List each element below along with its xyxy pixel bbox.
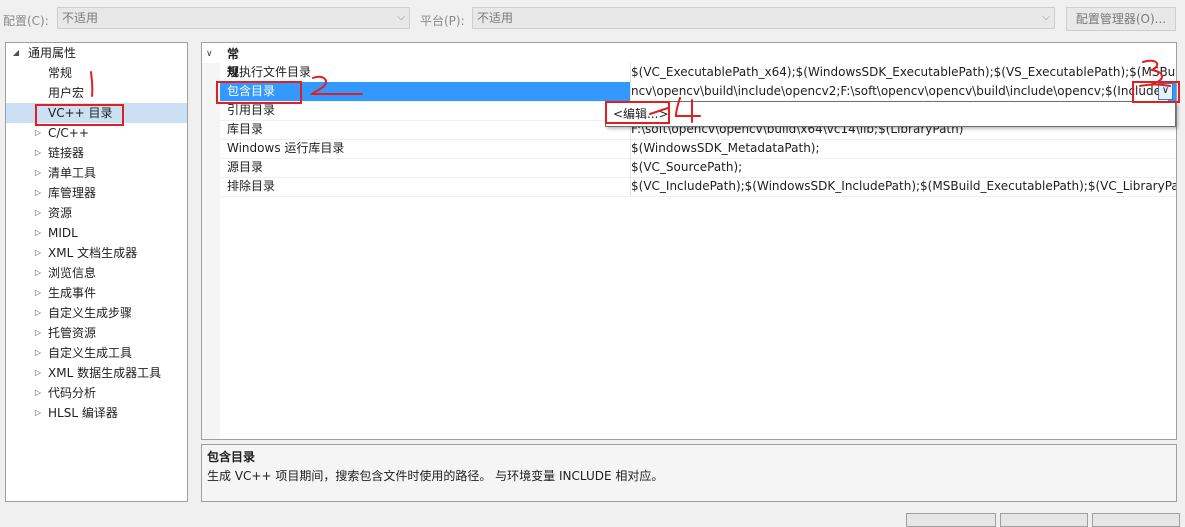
annotation-numeral-2: [309, 75, 363, 95]
annotation-strokes: [90, 59, 1171, 123]
annotation-numeral-3: [1139, 59, 1171, 87]
annotation-numeral-1: [90, 71, 94, 97]
annotation-numeral-4: [649, 97, 701, 123]
